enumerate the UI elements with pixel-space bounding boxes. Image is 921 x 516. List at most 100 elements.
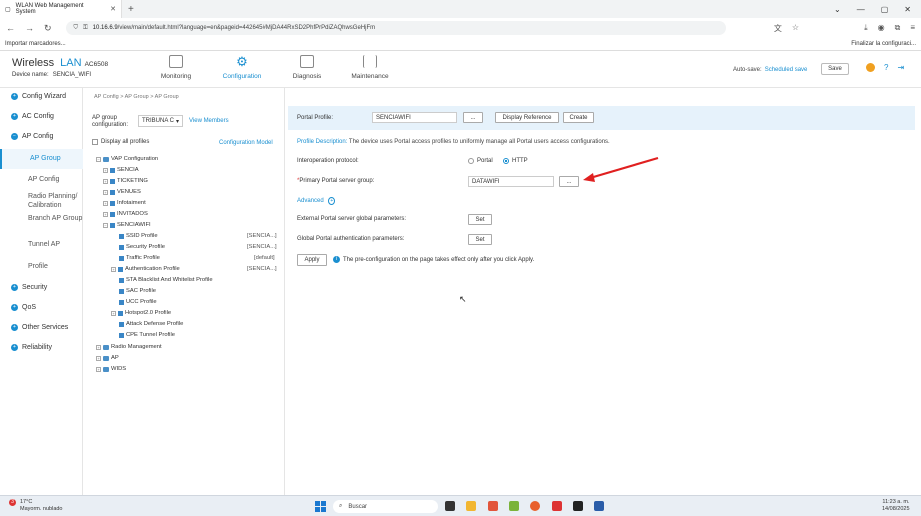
sidebar-sub-radio-planning[interactable]: Radio Planning/ Calibration xyxy=(0,192,83,210)
portal-profile-input[interactable]: SENCIAWIFI xyxy=(372,112,457,123)
account-icon[interactable]: ◉ xyxy=(878,23,885,34)
firefox-icon[interactable] xyxy=(530,501,540,511)
tree-node[interactable]: + Infotaiment xyxy=(103,200,146,206)
close-tab-icon[interactable]: ✕ xyxy=(110,5,116,13)
maximize-icon[interactable]: ▢ xyxy=(881,5,889,14)
sidebar-sub-branch-ap-group[interactable]: Branch AP Group xyxy=(0,214,83,223)
tree-node[interactable]: SAC Profile xyxy=(119,288,156,294)
radio-portal[interactable]: Portal xyxy=(468,158,493,164)
tree-node[interactable]: Attack Defense Profile xyxy=(119,321,183,327)
task-view-icon[interactable] xyxy=(445,501,455,511)
expand-icon[interactable]: + xyxy=(103,189,108,195)
nav-diagnosis[interactable]: Diagnosis xyxy=(282,55,332,80)
tree-node[interactable]: + AP xyxy=(96,355,119,361)
extensions-icon[interactable]: ⧉ xyxy=(895,23,901,34)
checkbox[interactable] xyxy=(92,139,98,145)
sidebar-item-security[interactable]: + Security xyxy=(0,284,83,291)
expand-icon[interactable]: + xyxy=(96,344,101,350)
translate-icon[interactable]: 文 xyxy=(774,23,782,34)
reload-icon[interactable]: ↻ xyxy=(44,23,52,34)
tree-node[interactable]: + INVITADOS xyxy=(103,211,148,217)
file-explorer-icon[interactable] xyxy=(466,501,476,511)
tab-list-icon[interactable]: ⌄ xyxy=(834,5,841,14)
new-tab-icon[interactable]: + xyxy=(128,4,134,15)
expand-icon[interactable]: + xyxy=(103,178,108,184)
tree-node[interactable]: − VAP Configuration xyxy=(96,156,158,162)
nav-maintenance[interactable]: Maintenance xyxy=(345,55,395,80)
tree-node[interactable]: + Radio Management xyxy=(96,344,162,350)
display-all-profiles[interactable]: Display all profiles xyxy=(92,139,149,145)
tree-node[interactable]: STA Blacklist And Whitelist Profile xyxy=(119,277,213,283)
media-app-icon[interactable] xyxy=(552,501,562,511)
nav-monitoring[interactable]: Monitoring xyxy=(151,55,201,80)
expand-icon[interactable]: + xyxy=(103,211,108,217)
sidebar-item-ap-config[interactable]: − AP Config xyxy=(0,133,83,140)
menu-icon[interactable]: ≡ xyxy=(910,23,915,34)
url-field[interactable]: ⛉ ⚿ 10.16.6.9/view/main/default.html?lan… xyxy=(65,21,726,35)
sidebar-item-qos[interactable]: + QoS xyxy=(0,304,83,311)
terminal-icon[interactable] xyxy=(573,501,583,511)
minimize-icon[interactable]: — xyxy=(857,5,865,14)
radio-http[interactable]: HTTP xyxy=(503,158,528,164)
sidebar-sub-tunnel-ap[interactable]: Tunnel AP xyxy=(0,240,83,249)
finish-setup-link[interactable]: Finalizar la configuraci... xyxy=(851,41,916,47)
forward-icon[interactable]: → xyxy=(25,23,34,33)
tree-node[interactable]: Security Profile xyxy=(119,244,165,250)
configuration-model-link[interactable]: Configuration Model xyxy=(219,140,273,146)
sidebar-item-other-services[interactable]: + Other Services xyxy=(0,324,83,331)
expand-icon[interactable]: + xyxy=(96,355,101,361)
expand-icon[interactable]: + xyxy=(111,266,116,272)
download-icon[interactable]: ⤓ xyxy=(864,23,868,34)
back-icon[interactable]: ← xyxy=(6,23,15,33)
app-icon[interactable] xyxy=(509,501,519,511)
view-members-link[interactable]: View Members xyxy=(189,118,229,124)
tree-node[interactable]: Traffic Profile xyxy=(119,255,160,261)
portal-profile-browse-button[interactable]: ... xyxy=(463,112,483,123)
advanced-link[interactable]: Advanced + xyxy=(297,197,336,205)
tree-node[interactable]: SSID Profile xyxy=(119,233,158,239)
display-reference-button[interactable]: Display Reference xyxy=(495,112,559,123)
expand-icon[interactable]: + xyxy=(96,366,101,372)
windows-start-icon[interactable] xyxy=(315,501,326,512)
bookmark-star-icon[interactable]: ☆ xyxy=(792,23,799,34)
brave-browser-icon[interactable] xyxy=(488,501,498,511)
tree-node[interactable]: + SENCIA xyxy=(103,167,139,173)
sidebar-item-ac-config[interactable]: + AC Config xyxy=(0,113,83,120)
tree-node[interactable]: CPE Tunnel Profile xyxy=(119,332,175,338)
autosave-link[interactable]: Scheduled save xyxy=(765,67,808,73)
network-app-icon[interactable] xyxy=(594,501,604,511)
expand-icon[interactable]: + xyxy=(111,310,116,316)
sidebar-item-config-wizard[interactable]: + Config Wizard xyxy=(0,93,83,100)
import-bookmarks-link[interactable]: Importar marcadores... xyxy=(5,41,66,47)
logout-icon[interactable]: ⇥ xyxy=(897,63,904,72)
collapse-icon[interactable]: − xyxy=(103,222,108,228)
system-clock[interactable]: 11:23 a. m. 14/08/2025 xyxy=(882,499,910,513)
create-button[interactable]: Create xyxy=(563,112,594,123)
collapse-icon[interactable]: − xyxy=(96,156,101,162)
tree-node[interactable]: UCC Profile xyxy=(119,299,157,305)
expand-icon[interactable]: + xyxy=(103,200,108,206)
taskbar-search[interactable]: ⌕ Buscar xyxy=(333,500,438,513)
close-window-icon[interactable]: ✕ xyxy=(904,5,911,14)
tree-node[interactable]: + TICKETING xyxy=(103,178,148,184)
sidebar-item-reliability[interactable]: + Reliability xyxy=(0,344,83,351)
expand-circle-icon[interactable]: + xyxy=(328,197,336,205)
radio-circle[interactable] xyxy=(468,158,474,164)
tree-node[interactable]: + WIDS xyxy=(96,366,126,372)
help-icon[interactable]: ? xyxy=(884,63,888,72)
sidebar-sub-ap-config[interactable]: AP Config xyxy=(0,175,83,184)
sidebar-sub-profile[interactable]: Profile xyxy=(0,262,83,271)
browser-tab[interactable]: ▢ WLAN Web Management System ✕ xyxy=(0,0,122,18)
tree-node[interactable]: + Hotspot2.0 Profile xyxy=(111,310,171,316)
sidebar-sub-ap-group[interactable]: AP Group xyxy=(0,149,83,169)
alarm-icon[interactable] xyxy=(866,63,875,72)
tree-node[interactable]: + Authentication Profile xyxy=(111,266,180,272)
global-set-button[interactable]: Set xyxy=(468,234,492,245)
tree-node[interactable]: + VENUES xyxy=(103,189,141,195)
ap-group-select[interactable]: TRIBUNA C ▾ xyxy=(138,115,183,127)
primary-portal-input[interactable]: DATAWIFI xyxy=(468,176,554,187)
weather-widget[interactable]: 3 17°C Mayorm. nublado xyxy=(9,499,63,513)
tree-node[interactable]: − SENCIAWIFI xyxy=(103,222,151,228)
external-set-button[interactable]: Set xyxy=(468,214,492,225)
nav-configuration[interactable]: ⚙ Configuration xyxy=(217,55,267,80)
